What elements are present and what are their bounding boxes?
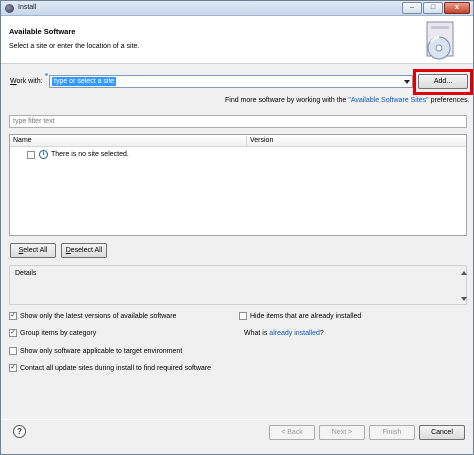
- help-icon[interactable]: ?: [13, 425, 26, 438]
- window-title: Install: [18, 4, 37, 11]
- row-checkbox[interactable]: [27, 151, 35, 159]
- applicable-only-label: Show only software applicable to target …: [20, 348, 183, 355]
- wizard-header: Available Software Select a site or ente…: [1, 16, 473, 64]
- work-with-combo[interactable]: type or select a site: [49, 75, 413, 88]
- contact-sites-label: Contact all update sites during install …: [20, 365, 212, 372]
- select-all-button[interactable]: Select All: [10, 243, 56, 258]
- details-panel: Details: [9, 265, 467, 305]
- page-title: Available Software: [9, 27, 76, 36]
- table-header: Name Version: [10, 135, 466, 147]
- contact-sites-checkbox[interactable]: ✓: [9, 364, 17, 372]
- work-with-input[interactable]: type or select a site: [52, 77, 117, 86]
- chevron-down-icon[interactable]: [404, 80, 410, 84]
- column-name[interactable]: Name: [13, 137, 32, 144]
- close-button[interactable]: x: [444, 2, 470, 14]
- latest-versions-checkbox[interactable]: ✓: [9, 312, 17, 320]
- group-by-category-checkbox[interactable]: ✓: [9, 329, 17, 337]
- latest-versions-label: Show only the latest versions of availab…: [20, 313, 177, 320]
- page-description: Select a site or enter the location of a…: [9, 43, 140, 50]
- maximize-button[interactable]: □: [423, 2, 443, 14]
- title-bar: Install – □ x: [1, 1, 473, 16]
- install-dialog: Install – □ x Available Software Select …: [0, 0, 474, 455]
- applicable-only-checkbox[interactable]: [9, 347, 17, 355]
- column-version[interactable]: Version: [250, 137, 273, 144]
- finish-button[interactable]: Finish: [369, 425, 415, 440]
- highlight-box: [413, 69, 473, 95]
- install-software-icon: [426, 21, 454, 60]
- available-software-sites-link[interactable]: "Available Software Sites": [348, 97, 428, 104]
- what-is-installed-text: What is already installed?: [244, 330, 324, 337]
- back-button[interactable]: < Back: [269, 425, 315, 440]
- work-with-label: Work with:: [10, 78, 43, 85]
- cancel-button[interactable]: Cancel: [419, 425, 465, 440]
- table-row: There is no site selected.: [51, 151, 129, 158]
- hide-installed-label: Hide items that are already installed: [250, 313, 362, 320]
- minimize-button[interactable]: –: [402, 2, 422, 14]
- next-button[interactable]: Next >: [319, 425, 365, 440]
- scroll-up-icon[interactable]: [461, 271, 467, 275]
- column-divider[interactable]: [246, 136, 247, 146]
- hide-installed-checkbox[interactable]: [239, 312, 247, 320]
- software-table: Name Version i There is no site selected…: [9, 134, 467, 236]
- filter-input[interactable]: type filter text: [9, 115, 467, 128]
- deselect-all-button[interactable]: Deselect All: [61, 243, 107, 258]
- footer-divider: [1, 419, 473, 420]
- group-by-category-label: Group items by category: [20, 330, 97, 337]
- eclipse-logo-icon: [5, 4, 14, 13]
- info-icon: i: [39, 150, 48, 159]
- already-installed-link[interactable]: already installed: [269, 330, 320, 337]
- details-label: Details: [15, 270, 37, 277]
- more-software-text: Find more software by working with the "…: [225, 97, 470, 104]
- scroll-down-icon[interactable]: [461, 297, 467, 301]
